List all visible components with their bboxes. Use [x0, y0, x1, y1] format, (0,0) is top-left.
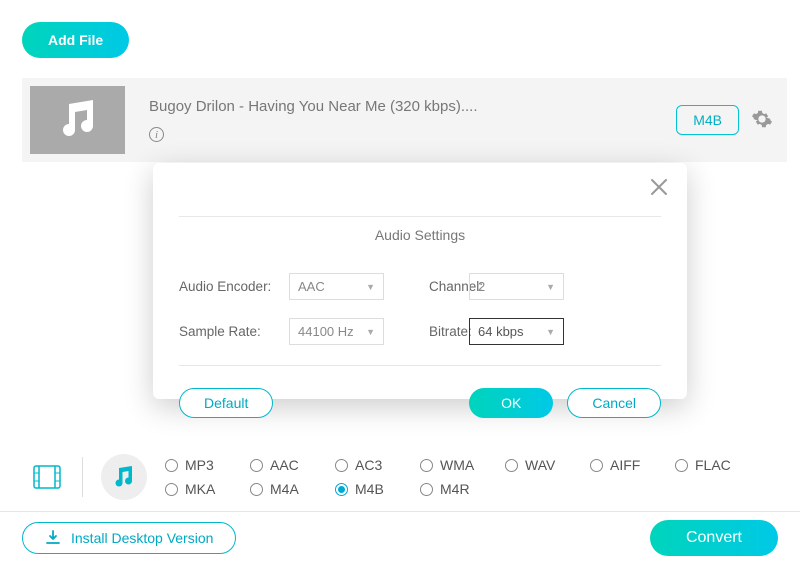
format-label: WAV: [525, 457, 555, 473]
chevron-down-icon: ▼: [546, 327, 555, 337]
audio-settings-modal: Audio Settings Audio Encoder: AAC▼ Chann…: [153, 163, 687, 399]
info-icon[interactable]: i: [149, 127, 164, 142]
add-file-button[interactable]: Add File: [22, 22, 129, 58]
chevron-down-icon: ▼: [366, 282, 375, 292]
close-icon[interactable]: [649, 177, 669, 200]
audio-category-icon[interactable]: [101, 454, 147, 500]
radio-icon: [250, 459, 263, 472]
file-title: Bugoy Drilon - Having You Near Me (320 k…: [149, 98, 676, 115]
format-badge[interactable]: M4B: [676, 105, 739, 135]
bitrate-dropdown[interactable]: 64 kbps▼: [469, 318, 564, 345]
format-label: AAC: [270, 457, 299, 473]
radio-icon: [250, 483, 263, 496]
encoder-label: Audio Encoder:: [179, 279, 289, 294]
format-label: AC3: [355, 457, 382, 473]
format-label: M4A: [270, 481, 299, 497]
sample-rate-dropdown[interactable]: 44100 Hz▼: [289, 318, 384, 345]
file-row: Bugoy Drilon - Having You Near Me (320 k…: [22, 78, 787, 162]
radio-icon: [420, 459, 433, 472]
format-label: AIFF: [610, 457, 640, 473]
format-label: MKA: [185, 481, 215, 497]
format-option-aac[interactable]: AAC: [250, 457, 335, 473]
format-option-mka[interactable]: MKA: [165, 481, 250, 497]
divider: [82, 457, 83, 497]
chevron-down-icon: ▼: [546, 282, 555, 292]
format-option-m4r[interactable]: M4R: [420, 481, 505, 497]
format-label: M4B: [355, 481, 384, 497]
format-label: MP3: [185, 457, 214, 473]
radio-icon: [165, 459, 178, 472]
bitrate-label: Bitrate:: [429, 324, 457, 339]
format-label: FLAC: [695, 457, 731, 473]
format-label: M4R: [440, 481, 470, 497]
format-option-ac3[interactable]: AC3: [335, 457, 420, 473]
radio-icon: [590, 459, 603, 472]
modal-title: Audio Settings: [367, 227, 473, 243]
format-label: WMA: [440, 457, 474, 473]
format-option-m4a[interactable]: M4A: [250, 481, 335, 497]
radio-icon: [505, 459, 518, 472]
channel-label: Channel:: [429, 279, 457, 294]
radio-icon: [335, 483, 348, 496]
format-option-flac[interactable]: FLAC: [675, 457, 760, 473]
format-option-wav[interactable]: WAV: [505, 457, 590, 473]
sample-rate-label: Sample Rate:: [179, 324, 289, 339]
default-button[interactable]: Default: [179, 388, 273, 418]
file-thumbnail: [30, 86, 125, 154]
ok-button[interactable]: OK: [469, 388, 553, 418]
encoder-dropdown[interactable]: AAC▼: [289, 273, 384, 300]
convert-button[interactable]: Convert: [650, 520, 778, 556]
format-option-m4b[interactable]: M4B: [335, 481, 420, 497]
bottom-bar: Install Desktop Version Convert: [0, 511, 800, 563]
format-selector: MP3 AAC AC3 WMA WAV AIFF FLAC MKA M4A M4B M4R: [30, 453, 787, 501]
format-option-wma[interactable]: WMA: [420, 457, 505, 473]
cancel-button[interactable]: Cancel: [567, 388, 661, 418]
format-option-aiff[interactable]: AIFF: [590, 457, 675, 473]
radio-icon: [335, 459, 348, 472]
radio-icon: [675, 459, 688, 472]
music-note-icon: [55, 100, 101, 140]
radio-icon: [420, 483, 433, 496]
gear-icon[interactable]: [751, 108, 773, 133]
download-icon: [45, 530, 61, 546]
file-info: Bugoy Drilon - Having You Near Me (320 k…: [149, 98, 676, 142]
install-desktop-button[interactable]: Install Desktop Version: [22, 522, 236, 554]
channel-dropdown[interactable]: 2▼: [469, 273, 564, 300]
chevron-down-icon: ▼: [366, 327, 375, 337]
install-label: Install Desktop Version: [71, 530, 213, 546]
format-option-mp3[interactable]: MP3: [165, 457, 250, 473]
video-category-icon[interactable]: [30, 460, 64, 494]
radio-icon: [165, 483, 178, 496]
